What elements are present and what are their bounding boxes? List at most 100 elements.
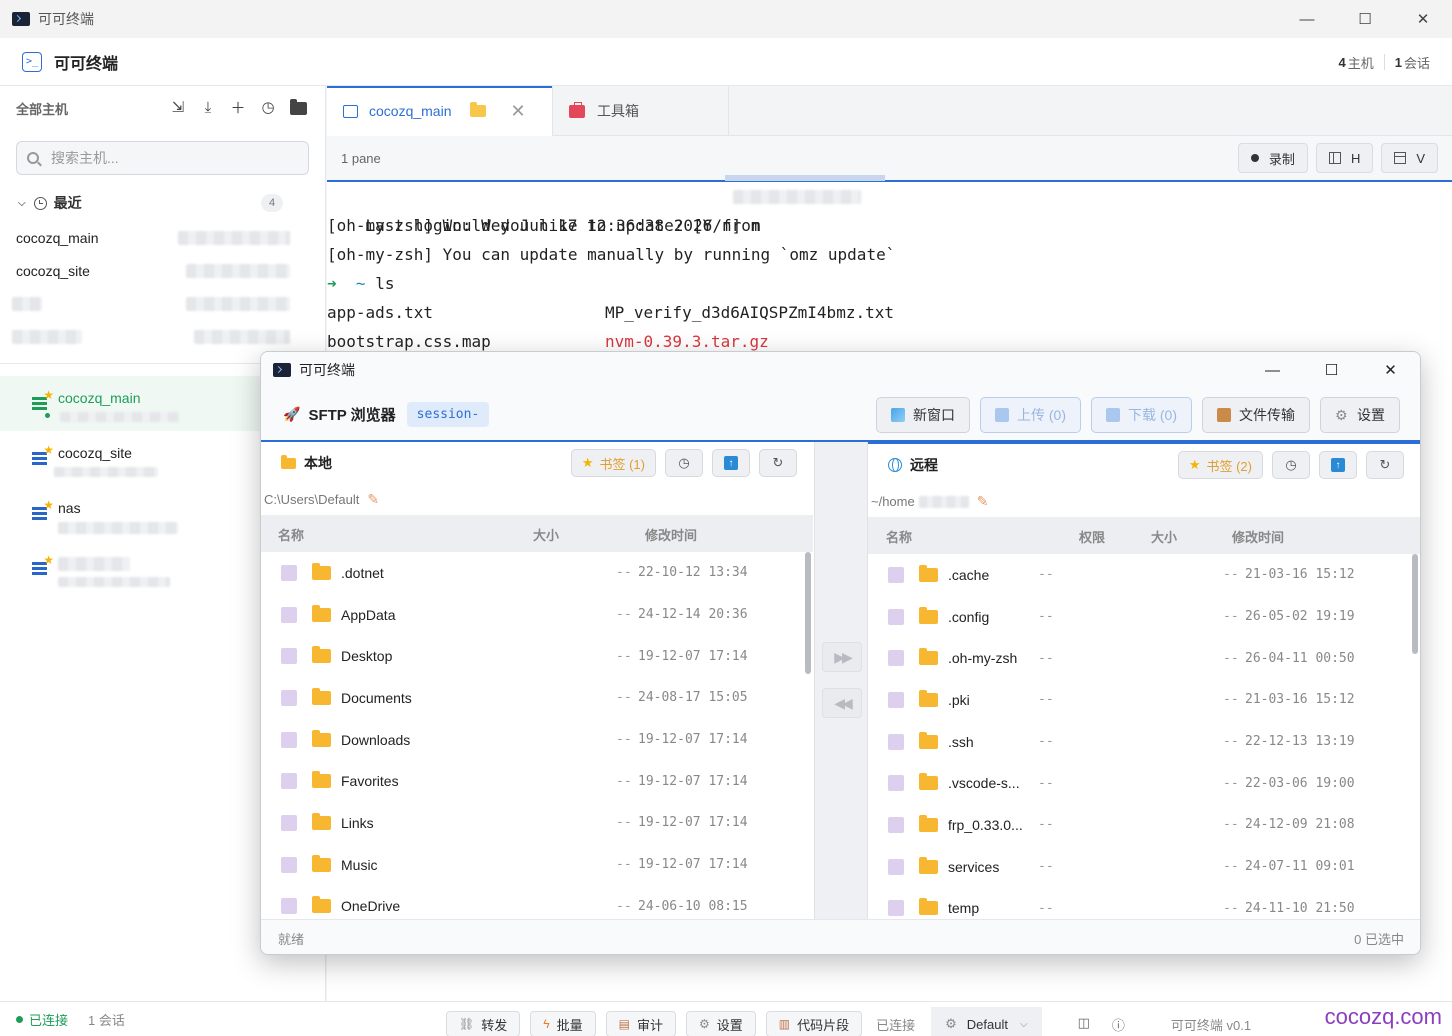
local-path-bar[interactable]: C:\Users\Default ✎ [261,484,813,516]
sftp-close-button[interactable]: ✕ [1361,352,1420,388]
row-checkbox[interactable] [281,898,297,915]
download-button[interactable]: 下载 (0) [1091,397,1192,433]
row-checkbox[interactable] [888,858,904,875]
tab-bar: cocozq_main ✕ 工具箱 [327,86,1452,136]
file-transfer-button[interactable]: 文件传输 [1202,397,1310,433]
row-checkbox[interactable] [888,566,904,583]
local-up-button[interactable]: ↑ [712,449,750,477]
file-row[interactable]: Links -- 19-12-07 17:14 [261,802,813,844]
record-button[interactable]: 录制 [1237,143,1308,173]
remote-history-button[interactable]: ◷ [1272,451,1310,479]
local-refresh-button[interactable]: ↻ [759,449,797,477]
file-row[interactable]: .dotnet -- 22-10-12 13:34 [261,552,813,594]
sftp-maximize-button[interactable]: ☐ [1302,352,1361,388]
row-checkbox[interactable] [281,648,297,665]
close-tab-icon[interactable]: ✕ [511,101,526,122]
row-checkbox[interactable] [281,856,297,873]
row-checkbox[interactable] [888,650,904,667]
edit-path-icon[interactable]: ✎ [977,493,989,510]
edit-path-icon[interactable]: ✎ [367,491,379,508]
minimize-button[interactable]: — [1278,0,1336,38]
row-checkbox[interactable] [888,816,904,833]
file-row[interactable]: .ssh -- -- 22-12-13 13:19 [868,721,1420,763]
audit-button[interactable]: ▤ 审计 [605,1011,676,1036]
row-checkbox[interactable] [281,564,297,581]
search-input[interactable] [51,150,291,166]
col-size[interactable]: 大小 [533,525,559,544]
col-name[interactable]: 名称 [278,525,304,544]
import-icon[interactable]: ⇲ [169,98,187,116]
file-row[interactable]: Downloads -- 19-12-07 17:14 [261,719,813,761]
file-row[interactable]: Documents -- 24-08-17 15:05 [261,677,813,719]
file-row[interactable]: temp -- -- 24-11-10 21:50 [868,888,1420,922]
file-row[interactable]: .cache -- -- 21-03-16 15:12 [868,554,1420,596]
transfer-right-button[interactable]: ▶▶ [822,642,862,672]
file-row[interactable]: Favorites -- 19-12-07 17:14 [261,760,813,802]
remote-path-bar[interactable]: ~/home ✎ [868,486,1420,518]
file-row[interactable]: .oh-my-zsh -- -- 26-04-11 00:50 [868,637,1420,679]
info-icon[interactable]: ⓘ [1112,1015,1125,1034]
file-row[interactable]: .config -- -- 26-05-02 19:19 [868,596,1420,638]
row-checkbox[interactable] [888,608,904,625]
recent-section-header[interactable]: ⌵ 最近 4 [0,191,325,215]
row-checkbox[interactable] [281,814,297,831]
recent-item[interactable] [0,320,325,353]
row-checkbox[interactable] [281,773,297,790]
folder-icon[interactable] [289,98,307,116]
file-row[interactable]: OneDrive -- 24-06-10 08:15 [261,886,813,920]
tab-toolbox[interactable]: 工具箱 [553,86,729,136]
clipboard-icon: ▤ [618,1017,630,1031]
file-size: -- [1223,609,1239,625]
col-size[interactable]: 大小 [1151,527,1177,546]
folder-icon [919,648,938,666]
file-row[interactable]: AppData -- 24-12-14 20:36 [261,594,813,636]
file-row[interactable]: .vscode-s... -- -- 22-03-06 19:00 [868,762,1420,804]
row-checkbox[interactable] [281,731,297,748]
remote-up-button[interactable]: ↑ [1319,451,1357,479]
forward-button[interactable]: ⛓ 转发 [446,1011,521,1036]
sftp-settings-button[interactable]: ⚙ 设置 [1320,397,1400,433]
remote-bookmarks-button[interactable]: ★ 书签 (2) [1177,451,1263,479]
row-checkbox[interactable] [888,691,904,708]
add-host-icon[interactable]: ＋ [229,98,247,117]
sftp-folder-icon[interactable] [469,102,486,117]
download-icon[interactable]: ⤓ [199,98,217,116]
file-row[interactable]: frp_0.33.0... -- -- 24-12-09 21:08 [868,804,1420,846]
new-window-button[interactable]: 新窗口 [876,397,970,433]
recent-item[interactable]: cocozq_site [0,254,325,287]
file-row[interactable]: .pki -- -- 21-03-16 15:12 [868,679,1420,721]
local-history-button[interactable]: ◷ [665,449,703,477]
upload-button[interactable]: 上传 (0) [980,397,1081,433]
panel-icon[interactable]: ◫ [1078,1015,1090,1034]
col-mtime[interactable]: 修改时间 [645,525,697,544]
folder-icon [919,773,938,791]
tab-cocozq-main[interactable]: cocozq_main ✕ [327,86,553,136]
split-horizontal-button[interactable]: H [1315,143,1374,173]
local-bookmarks-button[interactable]: ★ 书签 (1) [570,449,656,477]
split-vertical-button[interactable]: V [1381,143,1438,173]
col-perm[interactable]: 权限 [1079,527,1105,546]
batch-button[interactable]: ϟ 批量 [530,1011,596,1036]
col-name[interactable]: 名称 [886,527,912,546]
maximize-button[interactable]: ☐ [1336,0,1394,38]
settings-button[interactable]: ⚙ 设置 [685,1011,756,1036]
file-row[interactable]: services -- -- 24-07-11 09:01 [868,846,1420,888]
recent-label: 最近 [53,195,82,211]
remote-refresh-button[interactable]: ↻ [1366,451,1404,479]
col-mtime[interactable]: 修改时间 [1232,527,1284,546]
theme-selector[interactable]: ⚙ Default ⌵ [931,1007,1042,1036]
close-button[interactable]: ✕ [1394,0,1452,38]
row-checkbox[interactable] [281,689,297,706]
row-checkbox[interactable] [888,733,904,750]
snippets-button[interactable]: ▥ 代码片段 [765,1011,863,1036]
recent-item[interactable]: cocozq_main [0,221,325,254]
history-icon[interactable]: ◷ [259,98,277,116]
row-checkbox[interactable] [888,775,904,792]
transfer-left-button[interactable]: ◀◀ [822,688,862,718]
file-row[interactable]: Desktop -- 19-12-07 17:14 [261,635,813,677]
row-checkbox[interactable] [888,900,904,917]
sftp-minimize-button[interactable]: — [1243,352,1302,388]
recent-item[interactable] [0,287,325,320]
row-checkbox[interactable] [281,606,297,623]
file-row[interactable]: Music -- 19-12-07 17:14 [261,844,813,886]
